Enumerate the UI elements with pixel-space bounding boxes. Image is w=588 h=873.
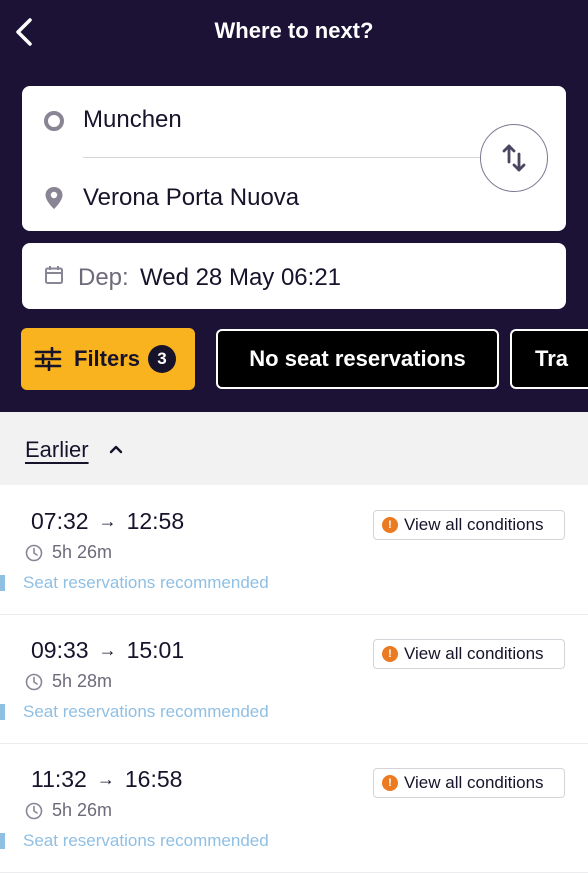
- journey-times: 07:32 → 12:58: [31, 508, 184, 535]
- duration-text: 5h 26m: [52, 542, 113, 562]
- filter-chip-next[interactable]: Tra: [510, 329, 588, 389]
- page-title: Where to next?: [214, 18, 374, 43]
- alert-icon: !: [382, 775, 398, 791]
- swap-stations-button[interactable]: [480, 124, 548, 192]
- clock-icon: [25, 673, 43, 690]
- alert-icon: !: [382, 517, 398, 533]
- filter-chip-no-seat-reservations[interactable]: No seat reservations: [216, 329, 499, 389]
- filters-label: Filters: [74, 346, 141, 371]
- search-header: Where to next? Munchen Verona Porta Nuov…: [0, 0, 588, 412]
- arrow-right-icon: →: [98, 511, 117, 531]
- clock-icon: [25, 544, 43, 561]
- view-conditions-button[interactable]: ! View all conditions: [373, 639, 565, 669]
- view-conditions-label: View all conditions: [404, 644, 544, 663]
- view-conditions-label: View all conditions: [404, 773, 544, 792]
- journey-times: 09:33 → 15:01: [31, 637, 184, 664]
- seat-note-marker: [0, 833, 5, 849]
- map-pin-icon: [45, 187, 63, 209]
- filters-count-badge: 3: [148, 345, 177, 373]
- circle-icon: [44, 111, 64, 131]
- chevron-up-icon[interactable]: [109, 444, 123, 454]
- seat-note-marker: [0, 704, 5, 720]
- duration-text: 5h 28m: [52, 671, 113, 691]
- alert-icon: !: [382, 646, 398, 662]
- journey-row[interactable]: 11:32 → 16:58 5h 26m Seat reservations r…: [0, 744, 588, 873]
- arrival-time: 12:58: [126, 508, 185, 534]
- departure-time: 07:32: [31, 508, 89, 534]
- arrival-time: 15:01: [126, 637, 185, 663]
- seat-note-marker: [0, 575, 5, 591]
- duration-text: 5h 26m: [52, 800, 113, 820]
- sliders-icon: [34, 347, 62, 371]
- filters-button[interactable]: Filters 3: [21, 328, 195, 390]
- view-conditions-button[interactable]: ! View all conditions: [373, 510, 565, 540]
- origin-field[interactable]: Munchen: [83, 106, 182, 134]
- journey-times: 11:32 → 16:58: [31, 766, 182, 793]
- view-conditions-label: View all conditions: [404, 515, 544, 534]
- destination-field[interactable]: Verona Porta Nuova: [83, 184, 299, 212]
- departure-value: Wed 28 May 06:21: [140, 264, 342, 291]
- arrival-time: 16:58: [124, 766, 183, 792]
- departure-time: 11:32: [31, 766, 87, 792]
- journey-duration: 5h 28m: [25, 671, 112, 692]
- earlier-bar: Earlier: [0, 412, 588, 485]
- departure-time: 09:33: [31, 637, 89, 663]
- calendar-icon: [45, 266, 63, 284]
- view-conditions-button[interactable]: ! View all conditions: [373, 768, 565, 798]
- earlier-link[interactable]: Earlier: [25, 437, 89, 463]
- arrow-right-icon: →: [98, 640, 117, 660]
- journey-duration: 5h 26m: [25, 800, 112, 821]
- clock-icon: [25, 802, 43, 819]
- route-card: Munchen Verona Porta Nuova: [22, 86, 566, 231]
- route-divider: [83, 157, 483, 158]
- departure-label: Dep:: [78, 264, 129, 291]
- seat-reservation-note: Seat reservations recommended: [23, 831, 269, 850]
- journey-row[interactable]: 07:32 → 12:58 5h 26m Seat reservations r…: [0, 486, 588, 615]
- journey-duration: 5h 26m: [25, 542, 112, 563]
- swap-vertical-icon: [502, 144, 526, 172]
- departure-date-field[interactable]: Dep: Wed 28 May 06:21: [22, 243, 566, 309]
- seat-reservation-note: Seat reservations recommended: [23, 573, 269, 592]
- arrow-right-icon: →: [96, 769, 115, 789]
- journey-row[interactable]: 09:33 → 15:01 5h 28m Seat reservations r…: [0, 615, 588, 744]
- seat-reservation-note: Seat reservations recommended: [23, 702, 269, 721]
